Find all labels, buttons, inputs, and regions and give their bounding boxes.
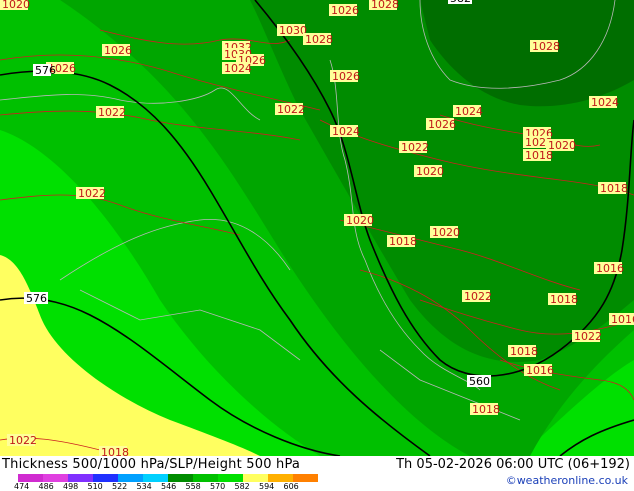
- isobar-label: 1022: [76, 187, 106, 200]
- isobar-label: 1026: [426, 118, 456, 131]
- isobar-label: 1016: [594, 262, 624, 275]
- svg-text:1024: 1024: [332, 125, 360, 138]
- scale-swatch: [143, 474, 169, 482]
- svg-text:1026: 1026: [428, 118, 456, 131]
- isobar-label: 1022: [462, 290, 492, 303]
- isobar-label: 1022: [275, 103, 305, 116]
- height-label: 582: [448, 0, 472, 5]
- svg-text:1016: 1016: [596, 262, 624, 275]
- scale-swatch: [193, 474, 219, 482]
- svg-text:1018: 1018: [472, 403, 500, 416]
- svg-text:1028: 1028: [305, 33, 333, 46]
- isobar-label: 1024: [330, 125, 360, 138]
- credit-link[interactable]: ©weatheronline.co.uk: [506, 474, 628, 487]
- isobar-label: 1026: [102, 44, 132, 57]
- isobar-label: 1016: [524, 364, 554, 377]
- svg-text:1020: 1020: [432, 226, 460, 239]
- svg-text:576: 576: [35, 64, 56, 77]
- svg-text:1026: 1026: [104, 44, 132, 57]
- isobar-label: 1024: [222, 62, 252, 75]
- isobar-label: 1020: [546, 139, 576, 152]
- isobar-label: 1020: [0, 0, 30, 11]
- isobar-label: 1022: [7, 434, 37, 447]
- svg-text:1018: 1018: [600, 182, 628, 195]
- isobar-label: 1018: [99, 446, 129, 456]
- scale-swatch: [118, 474, 144, 482]
- map-title: Thickness 500/1000 hPa/SLP/Height 500 hP…: [2, 457, 301, 472]
- isobar-label: 1022: [572, 330, 602, 343]
- isobar-label: 1018: [548, 293, 578, 306]
- scale-swatch: [218, 474, 244, 482]
- svg-text:1026: 1026: [331, 4, 359, 17]
- svg-text:1020: 1020: [2, 0, 30, 11]
- height-label: 576: [33, 64, 56, 77]
- svg-text:1016: 1016: [526, 364, 554, 377]
- height-label: 576: [24, 292, 48, 305]
- svg-text:1022: 1022: [9, 434, 37, 447]
- svg-text:1022: 1022: [78, 187, 106, 200]
- scale-swatch: [293, 474, 318, 482]
- isobar-label: 1026: [329, 4, 359, 17]
- color-scale-bar: [18, 474, 318, 482]
- svg-text:1018: 1018: [550, 293, 578, 306]
- isobar-label: 1024: [453, 105, 483, 118]
- svg-text:1028: 1028: [371, 0, 399, 11]
- color-scale-ticks: 474 486 498 510 522 534 546 558 570 582 594 606: [14, 482, 334, 491]
- svg-text:1022: 1022: [98, 106, 126, 119]
- svg-text:1018: 1018: [510, 345, 538, 358]
- scale-swatch: [18, 474, 44, 482]
- isobar-label: 1020: [344, 214, 374, 227]
- svg-text:1022: 1022: [401, 141, 429, 154]
- svg-text:1020: 1020: [416, 165, 444, 178]
- svg-text:1016: 1016: [611, 313, 634, 326]
- scale-swatch: [93, 474, 119, 482]
- scale-swatch: [68, 474, 94, 482]
- svg-text:1020: 1020: [548, 139, 576, 152]
- isobar-label: 1018: [470, 403, 500, 416]
- isobar-label: 1018: [508, 345, 538, 358]
- svg-text:1022: 1022: [277, 103, 305, 116]
- valid-time: Th 05-02-2026 06:00 UTC (06+192): [396, 457, 630, 472]
- isobar-label: 1028: [303, 33, 333, 46]
- svg-text:1018: 1018: [389, 235, 417, 248]
- svg-text:1028: 1028: [532, 40, 560, 53]
- svg-text:1018: 1018: [101, 446, 129, 456]
- isobar-label: 1030: [277, 24, 307, 37]
- isobar-label: 1028: [530, 40, 560, 53]
- svg-text:1024: 1024: [224, 62, 252, 75]
- isobar-label: 1018: [598, 182, 628, 195]
- scale-swatch: [43, 474, 69, 482]
- svg-text:582: 582: [450, 0, 471, 5]
- isobar-label: 1026: [330, 70, 360, 83]
- isobar-label: 1024: [589, 96, 619, 109]
- scale-swatch: [168, 474, 194, 482]
- scale-swatch: [268, 474, 294, 482]
- svg-text:576: 576: [26, 292, 47, 305]
- svg-text:1024: 1024: [455, 105, 483, 118]
- svg-text:560: 560: [469, 375, 490, 388]
- svg-text:1022: 1022: [574, 330, 602, 343]
- svg-text:1030: 1030: [279, 24, 307, 37]
- svg-text:1022: 1022: [464, 290, 492, 303]
- map-footer: Thickness 500/1000 hPa/SLP/Height 500 hP…: [0, 456, 634, 491]
- svg-text:1024: 1024: [591, 96, 619, 109]
- isobar-label: 1020: [414, 165, 444, 178]
- isobar-label: 1016: [609, 313, 634, 326]
- height-label: 560: [467, 375, 491, 388]
- svg-text:1020: 1020: [346, 214, 374, 227]
- isobar-label: 1020: [430, 226, 460, 239]
- weather-map: 1020 1026 1028 1026 1030 1032 1030 1026 …: [0, 0, 634, 456]
- isobar-label: 1018: [387, 235, 417, 248]
- isobar-label: 1022: [399, 141, 429, 154]
- svg-text:1026: 1026: [332, 70, 360, 83]
- scale-swatch: [243, 474, 269, 482]
- isobar-label: 1022: [96, 106, 126, 119]
- isobar-label: 1028: [369, 0, 399, 11]
